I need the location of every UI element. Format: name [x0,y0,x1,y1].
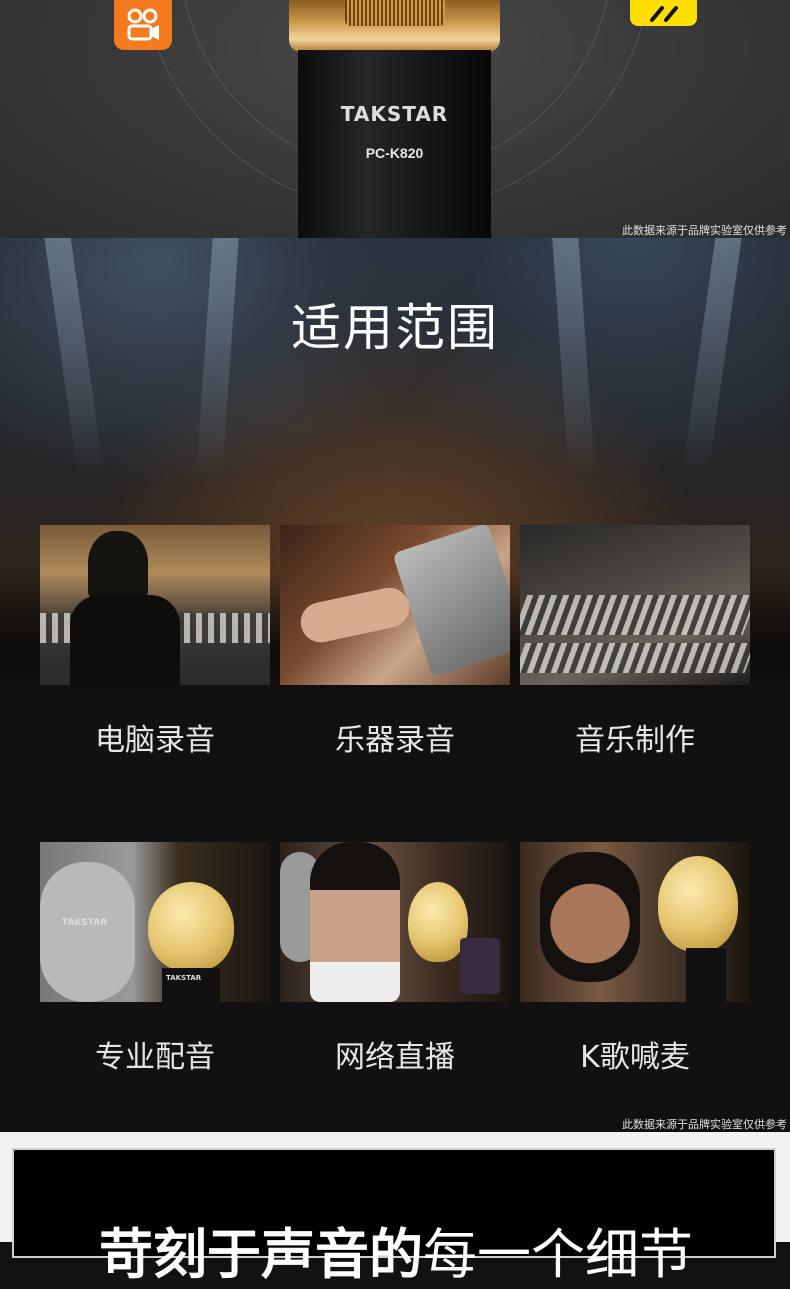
live-streaming-image [280,842,510,1002]
person-silhouette [310,842,400,1002]
phone-screen [460,938,500,994]
usage-label: 网络直播 [335,1040,455,1075]
usage-label: 专业配音 [95,1040,215,1075]
usage-section: 适用范围 电脑录音 乐器录音 音乐制作 TAKSTAR TAKSTAR 专业配音… [0,238,790,1132]
usage-label: K歌喊麦 [580,1040,690,1075]
microphone-grill [345,0,445,26]
karaoke-image [520,842,750,1002]
disclaimer-text: 此数据来源于品牌实验室仅供参考 [622,224,787,237]
microphone-body [686,948,726,1002]
instrument-recording-image [280,525,510,685]
usage-card-karaoke: K歌喊麦 [520,842,750,1076]
computer-recording-image [40,525,270,685]
headphone-brand: TAKSTAR [62,918,108,928]
gold-microphone [148,882,234,972]
person-silhouette [70,595,180,685]
gold-microphone [658,856,738,952]
music-production-image [520,525,750,685]
mixing-console [520,643,750,673]
usage-label: 音乐制作 [575,723,695,758]
detail-section: 苛刻于声音的每一个细节 [0,1132,790,1286]
headline-normal-part: 每一个细节 [423,1223,693,1286]
usage-card-computer-recording: 电脑录音 [40,525,270,759]
app-icon-yellow [630,0,697,26]
kuaishou-app-icon [114,0,172,50]
microphone-brand: TAKSTAR [340,102,449,126]
usage-card-professional-dubbing: TAKSTAR TAKSTAR 专业配音 [40,842,270,1076]
detail-headline: 苛刻于声音的每一个细节 [14,1210,778,1289]
gold-microphone [408,882,468,962]
product-hero: TAKSTAR PC-K820 此数据来源于品牌实验室仅供参考 [0,0,790,238]
microphone-body: TAKSTAR PC-K820 [298,50,491,238]
guitar-headstock [392,525,510,678]
hand-silhouette [297,584,413,646]
section-title: 适用范围 [291,299,499,357]
headline-bold-part: 苛刻于声音的 [99,1223,423,1286]
microphone-head [289,0,500,52]
usage-card-live-streaming: 网络直播 [280,842,510,1076]
usage-label: 乐器录音 [335,723,455,758]
person-silhouette [540,852,640,982]
mixing-console [520,595,750,635]
person-silhouette [88,531,148,601]
professional-dubbing-image: TAKSTAR TAKSTAR [40,842,270,1002]
microphone-model: PC-K820 [365,145,424,161]
usage-label: 电脑录音 [95,723,215,758]
headphone-silhouette [40,862,135,1002]
mic-brand: TAKSTAR [166,974,202,982]
disclaimer-text: 此数据来源于品牌实验室仅供参考 [622,1118,787,1131]
usage-card-music-production: 音乐制作 [520,525,750,759]
usage-card-instrument-recording: 乐器录音 [280,525,510,759]
